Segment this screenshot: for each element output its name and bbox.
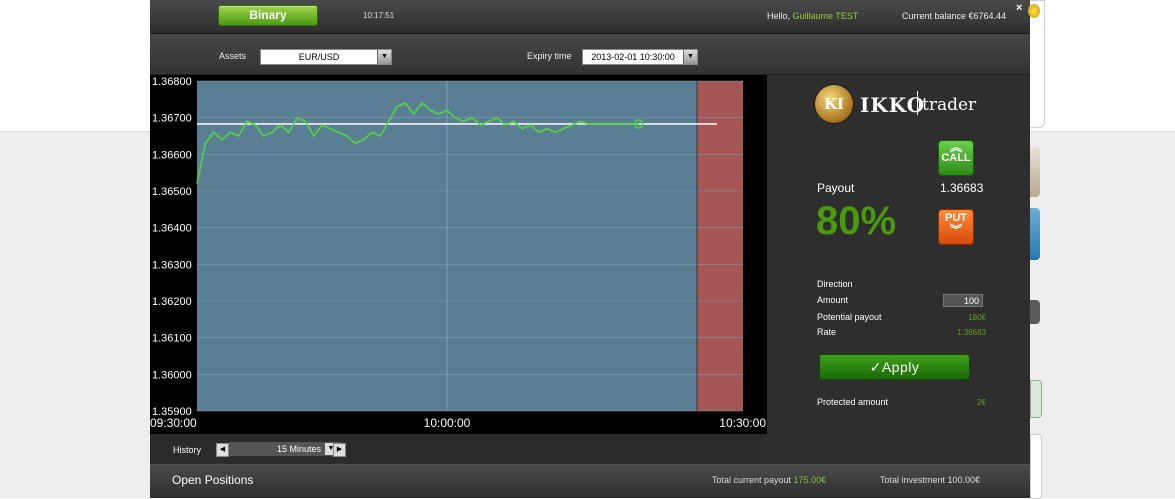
background-card	[1030, 0, 1045, 128]
y-tick-label: 1.36500	[152, 186, 192, 198]
expiry-label: Expiry time	[527, 51, 572, 61]
amount-label: Amount	[817, 295, 849, 305]
potential-payout-value: 180€	[968, 313, 986, 322]
expiry-select[interactable]: 2013-02-01 10:30:00 ▼	[582, 49, 698, 65]
expiry-zone	[697, 81, 743, 411]
direction-label: Direction	[817, 279, 853, 289]
history-label: History	[173, 445, 202, 455]
asset-select[interactable]: EUR/USD ▼	[260, 49, 392, 65]
assets-label: Assets	[219, 51, 247, 61]
protected-amount-value: 2€	[977, 398, 986, 407]
payout-percentage: 80%	[816, 199, 897, 243]
y-tick-label: 1.36700	[152, 113, 192, 125]
logo-text: IKKO	[860, 93, 926, 117]
history-next-icon[interactable]: ▶	[333, 443, 346, 457]
greeting-prefix: Hello,	[767, 11, 793, 21]
chevron-down-icon[interactable]: ▼	[683, 50, 697, 64]
asset-select-value: EUR/USD	[298, 52, 340, 62]
call-button[interactable]: ︽ CALL	[938, 140, 974, 176]
history-interval-value: 15 Minutes	[276, 444, 321, 454]
put-button[interactable]: PUT ︾	[938, 209, 974, 245]
y-tick-label: 1.36000	[152, 369, 192, 381]
protected-amount-label: Protected amount	[817, 397, 889, 407]
y-tick-label: 1.36400	[152, 223, 192, 235]
background-widget	[1030, 147, 1040, 197]
coin-icon	[1028, 4, 1040, 18]
y-tick-label: 1.36600	[152, 149, 192, 161]
y-tick-label: 1.36200	[152, 296, 192, 308]
expiry-select-value: 2013-02-01 10:30:00	[591, 52, 675, 62]
amount-input[interactable]: 100	[943, 294, 983, 307]
y-tick-label: 1.36800	[152, 76, 192, 88]
greeting: Hello, Guillaume TEST	[767, 11, 858, 21]
call-label: CALL	[941, 152, 971, 164]
x-tick-label: 10:30:00	[719, 416, 766, 430]
history-interval-select[interactable]: 15 Minutes ▼	[229, 442, 341, 456]
chevron-down-icon: ︾	[949, 223, 962, 237]
y-tick-label: 1.36300	[152, 259, 192, 271]
logo-coin-text: KI	[823, 95, 845, 113]
binary-tab-button[interactable]: Binary	[218, 5, 318, 26]
payout-label: Payout	[817, 181, 855, 195]
logo-subtext: trader	[922, 95, 977, 115]
filter-bar: Assets EUR/USD ▼ Expiry time 2013-02-01 …	[150, 34, 1030, 75]
total-investment: Total investment 100.00€	[880, 475, 981, 485]
price-chart-svg: 1.36800 1.36700 1.36600 1.36500 1.36400 1.363…	[150, 76, 766, 430]
trade-panel: KI IKKO trader ︽ CALL Payout 1.36683 80%…	[767, 75, 1030, 464]
total-current-payout: Total current payout 175.00€	[712, 475, 826, 485]
user-name-link[interactable]: Guillaume TEST	[793, 11, 859, 21]
current-rate: 1.36683	[940, 181, 984, 195]
x-tick-label: 10:00:00	[424, 416, 471, 430]
total-payout-label: Total current payout	[712, 475, 794, 485]
trading-panel: Binary 10:17:51 Hello, Guillaume TEST Cu…	[150, 0, 1040, 498]
open-positions-bar: Open Positions Total current payout 175.…	[150, 464, 1030, 498]
x-tick-label: 09:30:00	[150, 416, 197, 430]
price-chart[interactable]: 1.36800 1.36700 1.36600 1.36500 1.36400 1.363…	[150, 75, 767, 434]
history-prev-icon[interactable]: ◀	[216, 443, 229, 457]
background-widget	[1030, 300, 1040, 324]
background-widget	[1030, 434, 1042, 499]
logo-separator	[917, 91, 918, 115]
chevron-down-icon[interactable]: ▼	[377, 50, 391, 64]
rate-value: 1.36683	[957, 328, 986, 337]
total-payout-value: 175.00€	[793, 475, 827, 485]
background-widget	[1030, 380, 1042, 418]
potential-payout-label: Potential payout	[817, 312, 882, 322]
logo-coin-icon: KI	[815, 85, 853, 123]
current-balance: Current balance €6764.44	[902, 11, 1007, 21]
close-icon[interactable]: ×	[1016, 2, 1022, 14]
history-bar: History ◀ 15 Minutes ▼ ▶	[150, 434, 767, 464]
open-positions-title[interactable]: Open Positions	[172, 473, 253, 487]
apply-button[interactable]: ✓Apply	[819, 354, 970, 380]
rate-label: Rate	[817, 327, 837, 337]
top-bar: Binary 10:17:51 Hello, Guillaume TEST Cu…	[150, 0, 1040, 34]
clock: 10:17:51	[363, 11, 395, 20]
background-widget	[1030, 208, 1040, 260]
y-tick-label: 1.36100	[152, 333, 192, 345]
